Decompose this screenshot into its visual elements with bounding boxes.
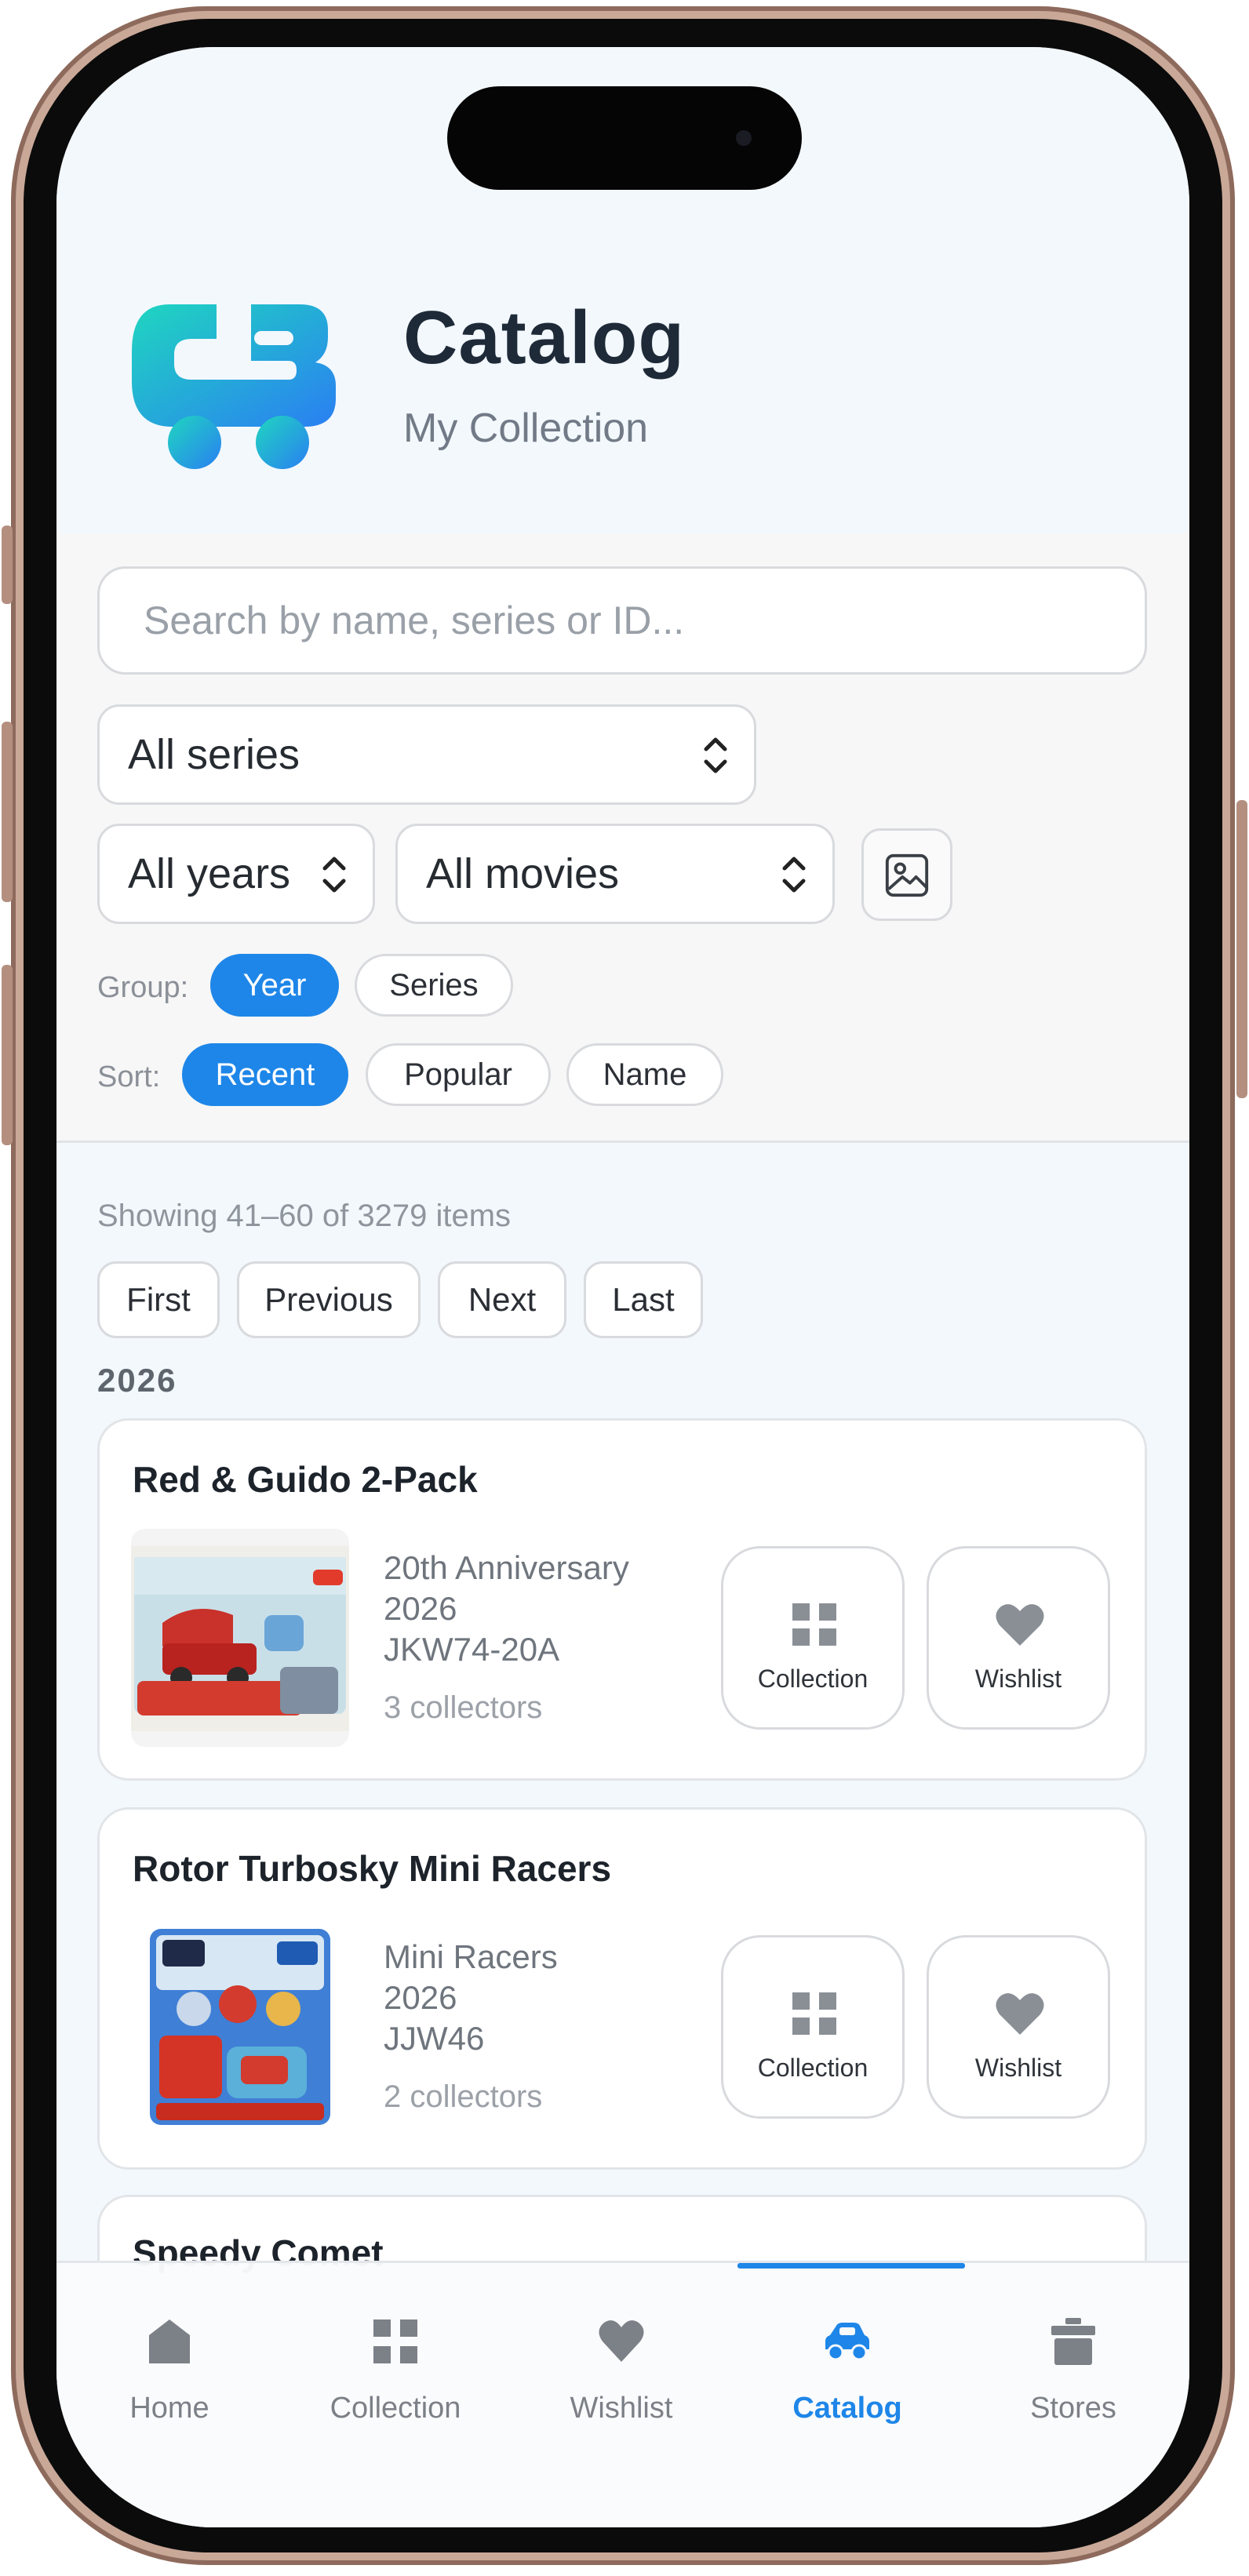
page-title: Catalog <box>403 296 686 380</box>
grid-icon <box>373 2319 417 2363</box>
movies-select-value: All movies <box>426 850 620 897</box>
tab-collection[interactable]: Collection <box>282 2263 508 2425</box>
chevron-updown-icon <box>704 737 727 773</box>
volume-up-button <box>2 722 13 902</box>
first-page-button[interactable]: First <box>97 1261 220 1338</box>
item-thumbnail <box>131 1918 349 2136</box>
item-series: Mini Racers <box>384 1938 558 1975</box>
item-details: Mini Racers 2026 JJW46 <box>384 1937 558 2059</box>
item-card[interactable]: Red & Guido 2-Pack 20th Anniversary 2026… <box>97 1418 1147 1781</box>
add-to-collection-button[interactable]: Collection <box>721 1935 905 2119</box>
sort-chip-name[interactable]: Name <box>566 1043 723 1106</box>
camera-icon <box>736 130 752 146</box>
power-button <box>1236 800 1247 1098</box>
years-select-value: All years <box>128 850 291 897</box>
item-name: Red & Guido 2-Pack <box>133 1459 478 1500</box>
item-id: JKW74-20A <box>384 1631 560 1668</box>
tab-home[interactable]: Home <box>56 2263 282 2425</box>
sort-label: Sort: <box>97 1061 161 1093</box>
item-details: 20th Anniversary 2026 JKW74-20A <box>384 1548 629 1670</box>
last-page-button[interactable]: Last <box>584 1261 703 1338</box>
search-input[interactable]: Search by name, series or ID... <box>97 566 1147 675</box>
collection-button-label: Collection <box>757 2054 868 2082</box>
group-chip-series[interactable]: Series <box>355 954 513 1017</box>
series-select[interactable]: All series <box>97 704 756 805</box>
grid-icon <box>792 1992 836 2035</box>
store-icon <box>1051 2318 1095 2365</box>
tab-stores[interactable]: Stores <box>960 2263 1186 2425</box>
years-select[interactable]: All years <box>97 824 375 924</box>
item-series: 20th Anniversary <box>384 1549 629 1586</box>
movies-select[interactable]: All movies <box>395 824 835 924</box>
mute-switch <box>2 526 13 604</box>
next-page-button[interactable]: Next <box>438 1261 566 1338</box>
heart-icon <box>996 1993 1044 2035</box>
app-logo <box>132 304 336 469</box>
item-year: 2026 <box>384 1590 457 1627</box>
add-to-wishlist-button[interactable]: Wishlist <box>927 1546 1110 1730</box>
bottom-tab-bar: Home Collection Wishlist Catalog Stores <box>56 2261 1189 2527</box>
chevron-updown-icon <box>782 857 806 893</box>
tab-label: Collection <box>330 2392 461 2425</box>
grid-icon <box>792 1603 836 1646</box>
tab-label: Stores <box>1030 2392 1116 2425</box>
add-to-wishlist-button[interactable]: Wishlist <box>927 1935 1110 2119</box>
results-count: Showing 41–60 of 3279 items <box>97 1199 512 1233</box>
chevron-updown-icon <box>322 857 346 893</box>
volume-down-button <box>2 965 13 1145</box>
car-icon <box>825 2323 869 2361</box>
item-name: Rotor Turbosky Mini Racers <box>133 1848 612 1889</box>
tab-label: Wishlist <box>570 2392 673 2425</box>
product-image <box>131 1546 349 1731</box>
home-icon <box>149 2319 190 2363</box>
image-icon <box>885 853 929 897</box>
series-select-value: All series <box>128 731 300 778</box>
dynamic-island <box>447 86 802 190</box>
collection-button-label: Collection <box>757 1665 868 1693</box>
item-id: JJW46 <box>384 2020 485 2057</box>
wishlist-button-label: Wishlist <box>974 1665 1062 1693</box>
wishlist-button-label: Wishlist <box>974 2054 1062 2082</box>
tab-catalog[interactable]: Catalog <box>734 2263 960 2425</box>
item-card[interactable]: Rotor Turbosky Mini Racers Mini Racers 2… <box>97 1807 1147 2170</box>
group-chip-year[interactable]: Year <box>210 954 339 1017</box>
item-year: 2026 <box>384 1979 457 2016</box>
tab-label: Home <box>129 2392 209 2425</box>
heart-icon <box>599 2320 644 2362</box>
sort-chip-popular[interactable]: Popular <box>366 1043 551 1106</box>
item-collectors: 3 collectors <box>384 1690 543 1725</box>
filter-panel: Search by name, series or ID... All seri… <box>56 533 1189 1143</box>
previous-page-button[interactable]: Previous <box>237 1261 421 1338</box>
sort-chip-recent[interactable]: Recent <box>182 1043 348 1106</box>
tab-label: Catalog <box>792 2392 902 2425</box>
tab-wishlist[interactable]: Wishlist <box>508 2263 734 2425</box>
image-search-button[interactable] <box>861 828 952 921</box>
add-to-collection-button[interactable]: Collection <box>721 1546 905 1730</box>
heart-icon <box>996 1604 1044 1646</box>
item-collectors: 2 collectors <box>384 2079 543 2114</box>
product-image <box>150 1929 330 2125</box>
group-label: Group: <box>97 971 189 1004</box>
item-thumbnail <box>131 1529 349 1747</box>
screen: Catalog My Collection Search by name, se… <box>56 47 1189 2527</box>
group-heading: 2026 <box>97 1362 177 1399</box>
page-subtitle: My Collection <box>403 406 649 451</box>
